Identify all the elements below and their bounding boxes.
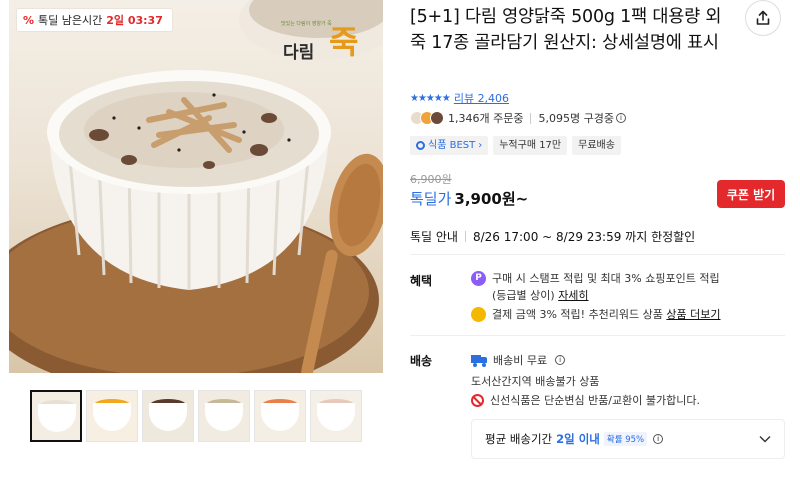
original-price: 6,900원 — [410, 173, 452, 186]
deal-timer-badge: % 톡딜 남은시간 2일 03:37 — [17, 9, 172, 31]
benefits-label: 혜택 — [410, 274, 433, 288]
brand-logo-mark: 죽 — [329, 23, 359, 61]
thumbnail-5[interactable] — [254, 390, 306, 442]
deal-info-label: 톡딜 안내 — [410, 230, 458, 244]
deal-price-label: 톡딜가 — [410, 190, 452, 208]
coupon-button[interactable]: 쿠폰 받기 — [717, 180, 785, 208]
info-icon[interactable]: i — [653, 434, 664, 444]
share-icon — [756, 10, 770, 25]
review-link[interactable]: 리뷰 2,406 — [454, 90, 509, 106]
thumbnail-6[interactable] — [310, 390, 362, 442]
info-icon[interactable]: i — [555, 355, 566, 365]
stats-row: 1,346개 주문중 5,095명 구경중 i — [410, 110, 626, 126]
thumbnail-4[interactable] — [198, 390, 250, 442]
deal-info-period: 8/26 17:00 ~ 8/29 23:59 까지 한정할인 — [472, 230, 696, 244]
cumulative-purchase-badge: 누적구매 17만 — [493, 136, 568, 155]
shipping-label: 배송 — [410, 354, 433, 368]
truck-icon — [471, 354, 487, 367]
info-icon[interactable]: i — [615, 113, 626, 123]
product-main-image[interactable]: 맛있는 다림이 영양가 죽 다림 죽 % 톡딜 남은시간 2일 03:37 — [9, 0, 383, 373]
shipping-restriction: 도서산간지역 배송불가 상품 — [471, 375, 600, 388]
thumbnail-strip — [30, 390, 362, 442]
share-button[interactable] — [745, 0, 781, 36]
chevron-down-icon — [759, 436, 771, 443]
buyer-avatars — [410, 111, 444, 125]
brand-logo: 맛있는 다림이 영양가 죽 다림 죽 — [281, 20, 373, 74]
star-rating-icon: ★★★★★ — [410, 92, 451, 104]
thumbnail-1[interactable] — [30, 390, 82, 442]
brand-logo-tagline: 맛있는 다림이 영양가 죽 — [281, 21, 332, 27]
more-products-link[interactable]: 상품 더보기 — [666, 308, 720, 321]
viewer-count: 5,095명 구경중 — [538, 112, 614, 125]
fresh-food-notice: 신선식품은 단순변심 반품/교환이 불가합니다. — [471, 392, 700, 408]
shipping-fee: 배송비 무료 i — [471, 352, 566, 368]
point-icon: P — [471, 271, 486, 286]
food-best-badge[interactable]: 식품 BEST › — [410, 136, 489, 155]
deal-info-row: 톡딜 안내 8/26 17:00 ~ 8/29 23:59 까지 한정할인 — [410, 228, 695, 245]
brand-logo-name: 다림 — [283, 43, 315, 63]
product-title: [5+1] 다림 영양닭죽 500g 1팩 대용량 외 죽 17종 골라담기 원… — [410, 7, 722, 53]
prohibited-icon — [471, 393, 484, 407]
best-ring-icon — [416, 141, 425, 150]
divider — [410, 254, 785, 255]
benefit-point: P 구매 시 스탬프 적립 및 최대 3% 쇼핑포인트 적립 (등급별 상이) … — [471, 270, 720, 304]
thumbnail-3[interactable] — [142, 390, 194, 442]
deal-price-value: 3,900원~ — [454, 190, 529, 208]
badge-row: 식품 BEST › 누적구매 17만 무료배송 — [410, 136, 621, 155]
deal-timer-value: 2일 03:37 — [106, 14, 163, 27]
divider — [410, 335, 785, 336]
deal-timer-label: 톡딜 남은시간 — [38, 14, 103, 27]
benefit-detail-link[interactable]: 자세히 — [558, 289, 588, 302]
rating-row: ★★★★★ 리뷰 2,406 — [410, 90, 509, 106]
percent-icon: % — [23, 13, 35, 27]
free-shipping-badge: 무료배송 — [572, 136, 621, 155]
thumbnail-2[interactable] — [86, 390, 138, 442]
avg-delivery-dropdown[interactable]: 평균 배송기간 2일 이내 확률 95% i — [471, 419, 785, 459]
benefit-reward: 결제 금액 3% 적립! 추천리워드 상품 상품 더보기 — [471, 306, 721, 323]
order-count: 1,346개 주문중 — [448, 112, 524, 125]
coin-icon — [471, 307, 486, 322]
deal-price: 톡딜가 3,900원~ — [410, 188, 528, 209]
